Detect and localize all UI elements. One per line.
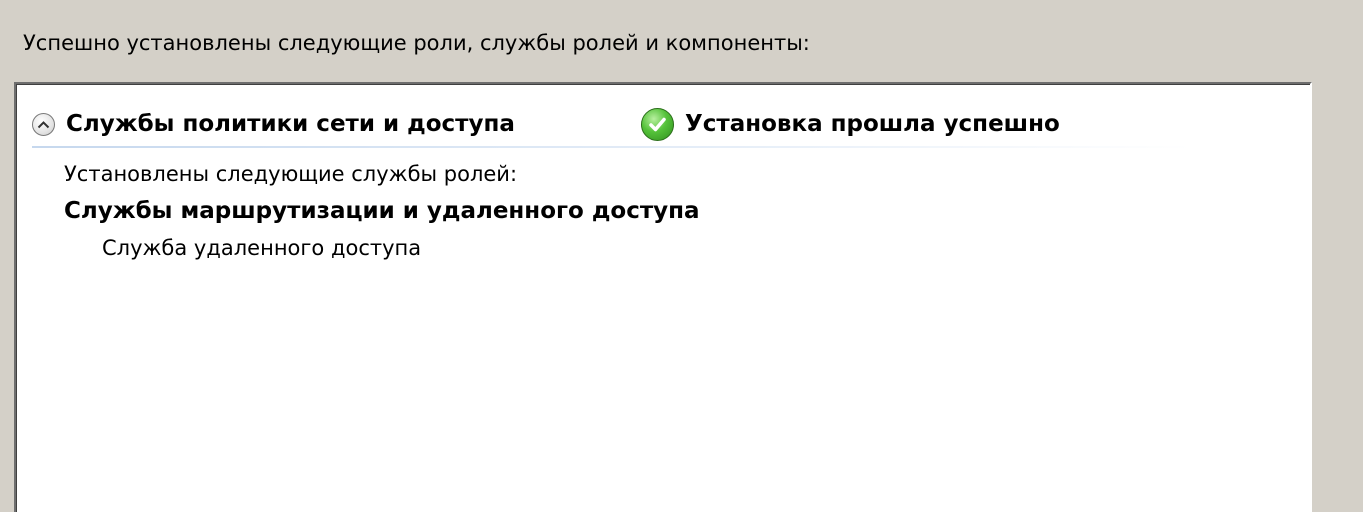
- service-item: Служба удаленного доступа: [102, 236, 422, 260]
- installed-services-caption: Установлены следующие службы ролей:: [64, 162, 518, 186]
- intro-text: Успешно установлены следующие роли, служ…: [23, 31, 810, 55]
- role-name: Службы политики сети и доступа: [66, 111, 515, 137]
- chevron-up-icon[interactable]: [32, 112, 55, 136]
- install-status: Установка прошла успешно: [685, 111, 1060, 137]
- service-group-name: Службы маршрутизации и удаленного доступ…: [64, 198, 700, 224]
- role-details: Установлены следующие службы ролей: Служ…: [64, 156, 700, 266]
- success-check-icon: [641, 107, 674, 141]
- results-panel: Службы политики сети и доступа Установка…: [14, 82, 1312, 512]
- role-section-header: Службы политики сети и доступа Установка…: [32, 104, 1192, 148]
- header-divider: [32, 146, 1192, 148]
